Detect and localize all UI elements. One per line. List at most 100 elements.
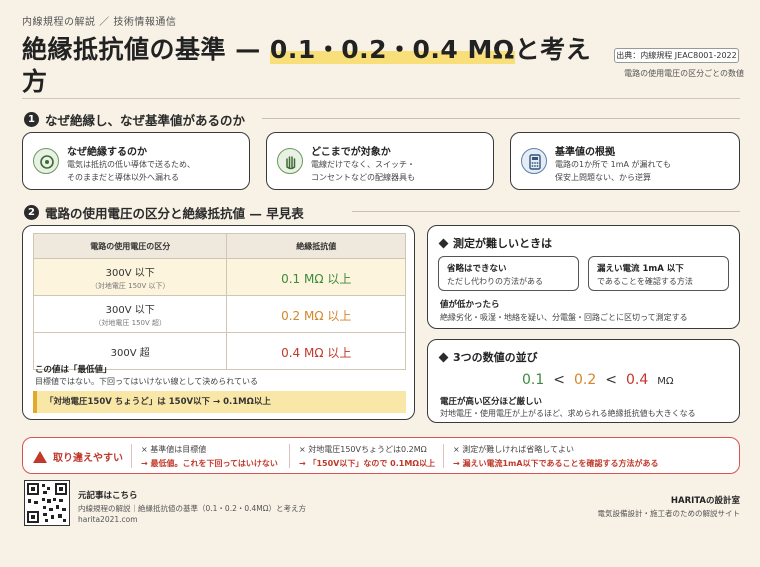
- table-header-voltage: 電路の使用電圧の区分: [32, 233, 228, 259]
- table-row: 300V 以下 （対地電圧 150V 以下） 0.1 MΩ 以上: [32, 258, 406, 296]
- box1-title: 省略はできない: [447, 264, 507, 274]
- panel-difficult-measurement: 測定が難しいときは 省略はできない ただし代わりの方法がある 漏えい電流 1mA…: [427, 225, 740, 329]
- value-order-row: 0.1 < 0.2 < 0.4 MΩ: [522, 372, 674, 388]
- card1-text1: 電気は抵抗の低い導体で送るため、: [67, 160, 195, 169]
- section1-header: 1 なぜ絶縁し、なぜ基準値があるのか: [24, 110, 245, 129]
- header-divider: [22, 98, 740, 99]
- footer-brand-sub: 電気設備設計・施工者のための解説サイト: [597, 509, 741, 518]
- section2-number: 2: [24, 205, 39, 220]
- table-cell-voltage: 300V 以下 （対地電圧 150V 以下）: [32, 258, 228, 296]
- section2-title: 電路の使用電圧の区分と絶縁抵抗値 — 早見表: [45, 206, 304, 221]
- table-cell-value: 0.1 MΩ 以上: [226, 258, 406, 296]
- footer-article-link[interactable]: 内線規程の解説｜絶縁抵抗値の基準（0.1・0.2・0.4MΩ）と考え方: [78, 503, 306, 514]
- voltage-sub: （対地電圧 150V 以下）: [90, 281, 170, 290]
- card3-text2: 保安上問題ない、から逆算: [555, 173, 651, 182]
- order-value-1: 0.1: [522, 372, 545, 388]
- voltage-sub: （対地電圧 150V 超）: [94, 318, 167, 327]
- calculator-icon: [521, 148, 547, 174]
- low-value-title: 値が低かったら: [440, 300, 500, 310]
- card2-text2: コンセントなどの配線器具も: [311, 173, 415, 182]
- caution-item: × 基準値は目標値 → 最低値。これを下回ってはいけない: [141, 444, 278, 469]
- voltage-label: 300V 以下: [105, 267, 155, 279]
- note-title: この値は「最低値」: [35, 365, 112, 375]
- order-unit: MΩ: [657, 376, 674, 387]
- panel-order-title: 3つの数値の並び: [438, 349, 538, 365]
- section2-header: 2 電路の使用電圧の区分と絶縁抵抗値 — 早見表: [24, 203, 304, 222]
- caution-separator: [289, 444, 290, 468]
- caution-wrong: × 測定が難しければ省略してよい: [453, 445, 575, 454]
- category-label: 内線規程の解説 ／ 技術情報通信: [22, 17, 177, 28]
- box-cannot-omit: 省略はできない ただし代わりの方法がある: [438, 256, 579, 291]
- card-basis: 基準値の根拠 電路の1か所で 1mA が漏れても 保安上問題ない、から逆算: [510, 132, 740, 190]
- card1-text2: そのままだと導体以外へ漏れる: [67, 173, 179, 182]
- card3-text1: 電路の1か所で 1mA が漏れても: [555, 160, 671, 169]
- footer-url[interactable]: harita2021.com: [78, 515, 138, 524]
- table-cell-value: 0.2 MΩ 以上: [226, 295, 406, 333]
- source-badge: 出典：内線規程 JEAC8001-2022: [614, 48, 739, 63]
- insulator-icon: [33, 148, 59, 174]
- caution-correct: → 漏えい電流1mA以下であることを確認する方法がある: [453, 459, 659, 468]
- card3-title: 基準値の根拠: [555, 147, 615, 158]
- low-value-text: 絶縁劣化・吸湿・地絡を疑い、分電盤・回路ごとに区切って測定する: [440, 313, 688, 322]
- panel-difficult-title: 測定が難しいときは: [438, 235, 552, 251]
- order-value-2: 0.2: [574, 372, 597, 388]
- page-title: 絶縁抵抗値の基準 — 0.1・0.2・0.4 MΩと考え: [22, 30, 591, 66]
- box-leakage: 漏えい電流 1mA 以下 であることを確認する方法: [588, 256, 729, 291]
- card-why-insulate: なぜ絶縁するのか 電気は抵抗の低い導体で送るため、 そのままだと導体以外へ漏れる: [22, 132, 250, 190]
- voltage-label: 300V 以下: [105, 304, 155, 316]
- page-title-line2: 方: [22, 67, 48, 96]
- order-value-3: 0.4: [626, 372, 649, 388]
- note-text: 目標値ではない。下回ってはいけない線として決められている: [35, 377, 258, 386]
- box2-title: 漏えい電流 1mA 以下: [597, 264, 684, 274]
- table-row: 300V 以下 （対地電圧 150V 超） 0.2 MΩ 以上: [32, 295, 406, 333]
- card2-title: どこまでが対象か: [311, 147, 391, 158]
- order-lt-1: <: [553, 372, 565, 388]
- footer-brand: HARITAの設計室: [670, 496, 740, 506]
- note-bar: 「対地電圧150V ちょうど」は 150V以下 → 0.1MΩ以上: [33, 391, 406, 413]
- caution-label-text: 取り違えやすい: [53, 453, 123, 464]
- card2-text1: 電線だけでなく、スイッチ・: [311, 160, 415, 169]
- box1-text: ただし代わりの方法がある: [447, 277, 543, 286]
- caution-wrong: × 対地電圧150Vちょうどは0.2MΩ: [299, 445, 427, 454]
- caution-separator: [131, 444, 132, 468]
- table-header-value: 絶縁抵抗値: [226, 233, 406, 259]
- diamond-icon: [438, 238, 449, 248]
- source-note: 電路の使用電圧の区分ごとの数値: [624, 69, 744, 78]
- caution-correct: → 最低値。これを下回ってはいけない: [141, 459, 278, 468]
- caution-separator: [443, 444, 444, 468]
- title-main: 絶縁抵抗値の基準 —: [22, 35, 270, 64]
- panel-value-order: 3つの数値の並び 0.1 < 0.2 < 0.4 MΩ 電圧が高い区分ほど厳しい…: [427, 339, 740, 423]
- standards-table: 電路の使用電圧の区分 絶縁抵抗値 300V 以下 （対地電圧 150V 以下） …: [32, 233, 406, 370]
- value-label: 0.1 MΩ 以上: [281, 271, 352, 286]
- panel-order-title-text: 3つの数値の並び: [453, 351, 538, 364]
- card1-title: なぜ絶縁するのか: [67, 147, 147, 158]
- table-card: 電路の使用電圧の区分 絶縁抵抗値 300V 以下 （対地電圧 150V 以下） …: [22, 225, 415, 420]
- caution-wrong: × 基準値は目標値: [141, 445, 207, 454]
- title-after: と考え: [514, 35, 592, 64]
- section1-number: 1: [24, 112, 39, 127]
- card-scope: どこまでが対象か 電線だけでなく、スイッチ・ コンセントなどの配線器具も: [266, 132, 494, 190]
- table-cell-voltage: 300V 以下 （対地電圧 150V 超）: [32, 295, 228, 333]
- section1-rule: [262, 118, 740, 119]
- voltage-label: 300V 超: [110, 347, 150, 359]
- order-sub-text: 対地電圧・使用電圧が上がるほど、求められる絶縁抵抗値も大きくなる: [440, 409, 696, 418]
- table-header-row: 電路の使用電圧の区分 絶縁抵抗値: [32, 233, 406, 259]
- order-sub-title: 電圧が高い区分ほど厳しい: [440, 397, 543, 407]
- value-label: 0.2 MΩ 以上: [281, 308, 352, 323]
- panel-difficult-title-text: 測定が難しいときは: [453, 237, 552, 250]
- title-highlight: 0.1・0.2・0.4 MΩ: [269, 35, 515, 64]
- table-cell-value: 0.4 MΩ 以上: [226, 332, 406, 370]
- qr-code-icon[interactable]: [24, 480, 70, 526]
- caution-label: 取り違えやすい: [33, 449, 123, 464]
- order-lt-2: <: [605, 372, 617, 388]
- section1-title: なぜ絶縁し、なぜ基準値があるのか: [45, 113, 246, 128]
- value-label: 0.4 MΩ 以上: [281, 345, 352, 360]
- warning-icon: [33, 450, 47, 463]
- section2-rule: [352, 211, 740, 212]
- caution-bar: 取り違えやすい × 基準値は目標値 → 最低値。これを下回ってはいけない × 対…: [22, 437, 740, 474]
- footer-link-title: 元記事はこちら: [78, 491, 138, 501]
- hand-icon: [277, 148, 303, 174]
- box2-text: であることを確認する方法: [597, 277, 693, 286]
- caution-correct: → 「150V以下」なので 0.1MΩ以上: [299, 459, 436, 468]
- caution-item: × 測定が難しければ省略してよい → 漏えい電流1mA以下であることを確認する方…: [453, 444, 659, 469]
